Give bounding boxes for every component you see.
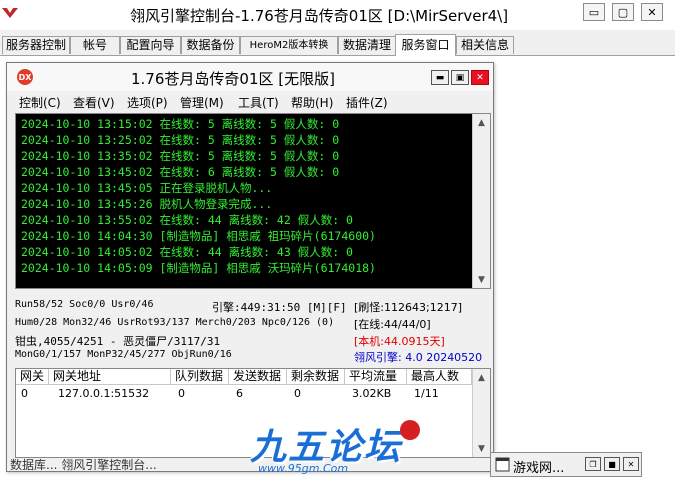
log-line: 2024-10-10 13:45:26 脱机人物登录完成... [21,197,273,211]
maximize-icon: ■ [608,459,616,469]
menu-manage[interactable]: 管理(M) [180,94,224,111]
outer-window-title: 翎风引擎控制台-1.76苍月岛传奇01区 [D:\MirServer4\] [130,7,509,25]
minimize-icon: ▬ [435,72,445,83]
status-local: [本机:44.0915天] [354,335,445,348]
col-header-max-users[interactable]: 最高人数 [407,369,472,385]
cell-avg-traffic: 3.02KB [352,387,392,400]
menu-options[interactable]: 选项(P) [127,94,168,111]
col-header-address[interactable]: 网关地址 [49,369,171,385]
table-scrollbar[interactable]: ▲ ▼ [472,369,490,457]
col-header-remaining[interactable]: 剩余数据 [287,369,345,385]
log-line: 2024-10-10 14:04:30 [制造物品] 相思戚 祖玛碎片(6174… [21,229,376,243]
cell-address: 127.0.0.1:51532 [58,387,150,400]
minimized-window[interactable]: 游戏网... ❐ ■ ✕ [490,452,642,477]
close-button[interactable]: ✕ [623,457,639,471]
outer-close-button[interactable]: ✕ [641,3,663,21]
console-scrollbar[interactable]: ▲ ▼ [472,114,490,288]
status-hum: Hum0/28 Mon32/46 UsrRot93/137 Merch0/203… [15,317,335,328]
log-console[interactable]: 2024-10-10 13:15:02 在线数: 5 离线数: 5 假人数: 0… [15,113,491,289]
close-icon: ✕ [627,459,635,469]
watermark-url: www.95gm.Com [258,462,349,475]
outer-maximize-button[interactable]: ▢ [612,3,634,21]
log-line: 2024-10-10 13:25:02 在线数: 5 离线数: 5 假人数: 0 [21,133,340,147]
minimized-window-title: 游戏网... [513,461,565,476]
outer-titlebar: 翎风引擎控制台-1.76苍月岛传奇01区 [D:\MirServer4\] ▭ … [0,0,675,30]
restore-icon: ▭ [588,5,600,19]
tab-data-cleanup[interactable]: 数据清理 [338,36,396,54]
close-icon: ✕ [647,5,657,19]
status-monster: 钳虫,4055/4251 - 恶灵僵尸/3117/31 [15,335,221,348]
server-window: DX 1.76苍月岛传奇01区 [无限版] ▬ ▣ ✕ 控制(C) 查看(V) … [6,62,494,472]
scroll-down-icon[interactable]: ▼ [473,271,490,288]
inner-minimize-button[interactable]: ▬ [431,70,449,85]
maximize-button[interactable]: ■ [604,457,620,471]
scroll-up-icon[interactable]: ▲ [473,369,490,386]
maximize-icon: ▣ [455,72,465,83]
cell-queue: 0 [178,387,185,400]
log-line: 2024-10-10 13:55:02 在线数: 44 离线数: 42 假人数:… [21,213,353,227]
scroll-up-icon[interactable]: ▲ [473,114,490,131]
log-line: 2024-10-10 13:35:02 在线数: 5 离线数: 5 假人数: 0 [21,149,340,163]
cell-remaining: 0 [294,387,301,400]
tab-server-control[interactable]: 服务器控制 [2,36,70,54]
app-icon: DX [17,69,33,85]
window-icon [495,457,510,472]
tab-data-backup[interactable]: 数据备份 [181,36,240,54]
menu-control[interactable]: 控制(C) [19,94,61,111]
cell-max-users: 1/11 [414,387,439,400]
tab-config-wizard[interactable]: 配置向导 [120,36,181,54]
log-line: 2024-10-10 13:15:02 在线数: 5 离线数: 5 假人数: 0 [21,117,340,131]
status-version: 翎风引擎: 4.0 20240520 [354,351,483,364]
maximize-icon: ▢ [617,5,629,19]
col-header-queue[interactable]: 队列数据 [171,369,229,385]
stamp-icon [400,420,420,440]
watermark: 九五论坛 www.95gm.Com [250,418,430,478]
col-header-avg-traffic[interactable]: 平均流量 [345,369,407,385]
restore-button[interactable]: ❐ [585,457,601,471]
status-refresh: [刷怪:112643;1217] [354,301,462,314]
tab-herom2-convert[interactable]: HeroM2版本转换 [240,36,338,54]
scroll-down-icon[interactable]: ▼ [473,440,490,457]
taskbar-item[interactable]: 数据库... 翎风引擎控制台... [10,456,157,473]
app-logo-icon [2,8,18,18]
status-engine: 引擎:449:31:50 [M][F] [212,301,347,314]
cell-sent: 6 [236,387,243,400]
log-line: 2024-10-10 13:45:05 正在登录脱机人物... [21,181,273,195]
menu-plugins[interactable]: 插件(Z) [346,94,388,111]
log-line: 2024-10-10 13:45:02 在线数: 6 离线数: 5 假人数: 0 [21,165,340,179]
outer-minimize-button[interactable]: ▭ [583,3,605,21]
tab-account[interactable]: 帐号 [70,36,120,54]
log-line: 2024-10-10 14:05:09 [制造物品] 相思戚 沃玛碎片(6174… [21,261,376,275]
tab-bar: 服务器控制 帐号 配置向导 数据备份 HeroM2版本转换 数据清理 服务窗口 … [0,34,675,56]
tab-related-info[interactable]: 相关信息 [456,36,514,54]
status-run: Run58/52 Soc0/0 Usr0/46 [15,299,154,310]
col-header-gateway[interactable]: 网关 [16,369,49,385]
log-line: 2024-10-10 14:05:02 在线数: 44 离线数: 43 假人数:… [21,245,353,259]
server-window-title: 1.76苍月岛传奇01区 [无限版] [131,70,335,88]
inner-maximize-button[interactable]: ▣ [451,70,469,85]
inner-close-button[interactable]: ✕ [471,70,489,85]
cell-gateway: 0 [21,387,28,400]
status-mon-gen: MonG0/1/157 MonP32/45/277 ObjRun0/16 [15,349,232,360]
tab-service-window[interactable]: 服务窗口 [395,34,456,56]
menu-tools[interactable]: 工具(T) [238,94,279,111]
status-online: [在线:44/44/0] [354,318,431,331]
close-icon: ✕ [476,72,484,83]
menu-view[interactable]: 查看(V) [73,94,115,111]
mdi-taskbar: 数据库... 翎风引擎控制台... [10,458,250,472]
restore-icon: ❐ [589,459,597,469]
menu-bar: 控制(C) 查看(V) 选项(P) 管理(M) 工具(T) 帮助(H) 插件(Z… [7,92,493,112]
col-header-sent[interactable]: 发送数据 [229,369,287,385]
menu-help[interactable]: 帮助(H) [291,94,333,111]
server-window-titlebar: DX 1.76苍月岛传奇01区 [无限版] ▬ ▣ ✕ [7,63,493,91]
